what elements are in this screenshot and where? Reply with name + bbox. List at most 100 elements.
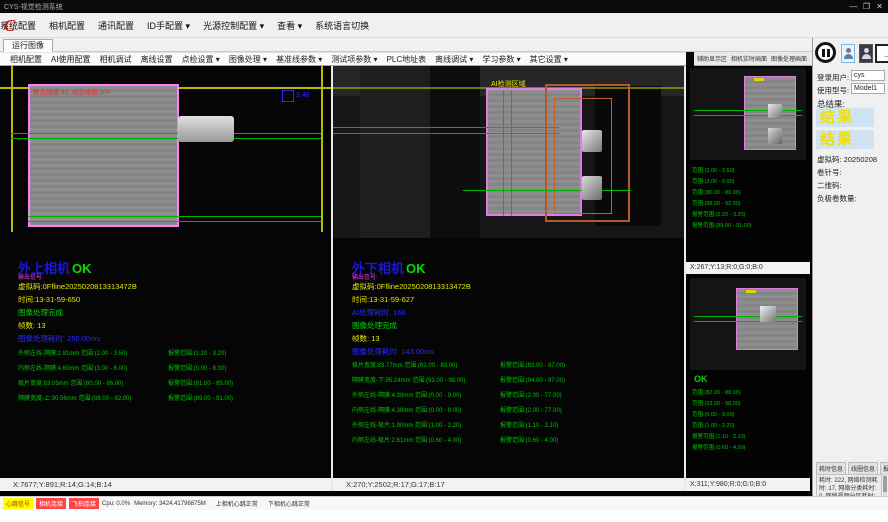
measurement-row: 外侧左线-隔膜:2.91mm 范围:(2.00 - 3.50)报警范围:(2.2… — [18, 348, 233, 363]
close-button[interactable]: ✕ — [873, 1, 886, 12]
minimize-button[interactable]: — — [847, 1, 860, 12]
left-roi-line-left — [11, 66, 13, 232]
bottom-margin — [0, 510, 888, 522]
tool-offline-setting[interactable]: 离线设置 — [141, 54, 173, 65]
menu-camera-config[interactable]: 相机配置 — [49, 19, 85, 32]
measurement-row: 隔膜宽度-下:95.24mm 范围:(93.00 - 98.00)报警范围:(9… — [352, 375, 565, 390]
thumb-bottom-coords: X:311;Y:980;R:0;G:0;B:0 — [686, 478, 810, 491]
thumb-tab-live[interactable]: 相机实时画面 — [731, 54, 767, 63]
statusbar: 心跳信号 相机连接 飞拍连接 Cpu: 0.0% Memory: 3424.41… — [0, 496, 888, 510]
tool-baseline-params[interactable]: 基准线参数 ▾ — [276, 54, 322, 65]
mid-slab-2 — [430, 66, 480, 238]
thumb-top-coords: X:267;Y:13;R:0;G:0;B:0 — [686, 262, 810, 274]
tool-image-process[interactable]: 图像处理 ▾ — [229, 54, 267, 65]
mid-slab-1 — [360, 66, 430, 238]
thumb-bottom-text: 范围:(93.00 - 98.00) — [692, 399, 741, 410]
left-blue-tag: 3.46 — [296, 92, 310, 99]
login-user-label: 登录用户: — [817, 72, 849, 83]
tool-plc-table[interactable]: PLC地址表 — [387, 54, 427, 65]
tool-other-setting[interactable]: 其它设置 ▾ — [530, 54, 568, 65]
memory-usage-text: Memory: 3424.41796875M — [134, 501, 206, 507]
pause-button[interactable] — [815, 42, 836, 63]
thumb-tab-processed[interactable]: 图像处理画面 — [771, 54, 807, 63]
left-camera-panel[interactable]: 静态阈值:93, 动态阈值:100 3.46 外上相机OK 输出信号: 虚拟码:… — [0, 66, 331, 478]
thumb-tabs: 辅助显示区 相机实时画面 图像处理画面 — [686, 52, 812, 66]
mid-camera-panel[interactable]: AI检测区域 外下相机OK 输出信号: 虚拟码:0Ffline202502081… — [333, 66, 684, 478]
menu-language[interactable]: 系统语言切换 — [315, 19, 369, 32]
mid-code-text: 虚拟码:0Ffline2025020813313472B — [352, 281, 471, 292]
thumb-tab-aux[interactable]: 辅助显示区 — [697, 54, 727, 63]
sidebar: → 登录用户: cys 使用型号: Model1 总结果: 结果 结果 虚拟码:… — [812, 38, 888, 496]
tool-camera-debug[interactable]: 相机调试 — [100, 54, 132, 65]
tool-test-params[interactable]: 测试项参数 ▾ — [331, 54, 377, 65]
login-user-field[interactable]: cys — [851, 70, 885, 81]
app-window: CYS-视觉检测系统 — ❐ ✕ C 系统配置 相机配置 通讯配置 ID手配置 … — [0, 0, 888, 522]
left-measure-line-2 — [11, 138, 321, 139]
logout-icon: → — [883, 51, 888, 60]
left-done-text: 图像处理完成 — [18, 307, 63, 318]
measure-value: 内侧左线-隔膜:4.38mm 范围:(0.00 - 9.00) — [352, 405, 500, 420]
upper-cam-heartbeat-text: 上相机心跳正常 — [216, 499, 258, 508]
thumb-top-yellow-mark — [754, 78, 764, 81]
tab-strip: 运行图像 — [0, 38, 812, 52]
left-roi-line-right — [321, 66, 323, 232]
log-scrollbar-thumb[interactable] — [883, 476, 887, 492]
thumb-top-line-1 — [694, 110, 802, 111]
measure-value: 极片宽度:83.77mm 范围:(82.00 - 88.00) — [352, 360, 500, 375]
anode-count-label: 负极卷数量: — [817, 193, 857, 204]
mid-elapsed-text: 图像处理耗时: 143.00ms — [352, 346, 434, 357]
tool-check-setting[interactable]: 点检设置 ▾ — [182, 54, 220, 65]
user-switch-button[interactable] — [859, 44, 873, 63]
tool-camera-config[interactable]: 相机配置 — [10, 54, 42, 65]
left-code-text: 虚拟码:0Ffline2025020813313472B — [18, 281, 137, 292]
window-title: CYS-视觉检测系统 — [4, 2, 63, 12]
user-icon-body — [844, 54, 853, 59]
tool-offline-debug[interactable]: 离线调试 ▾ — [435, 54, 473, 65]
logout-button[interactable]: → — [875, 44, 888, 63]
app-logo-icon: C — [4, 16, 15, 36]
menu-id-config[interactable]: ID手配置 ▾ — [147, 19, 190, 32]
thumb-top-text: 报警范围:(2.20 - 3.20) — [692, 210, 746, 221]
measurement-row: 隔膜宽度-上:90.56mm 范围:(88.00 - 92.00)报警范围:(8… — [18, 393, 233, 408]
tool-ai-config[interactable]: AI使用配置 — [51, 54, 91, 65]
thumb-bottom-text: 范围:(1.00 - 2.20) — [692, 421, 735, 432]
thumb-top-panel[interactable]: 范围:(2.00 - 3.50) 范围:(3.00 - 6.00) 范围:(80… — [686, 66, 810, 262]
mid-cam-status: OK — [406, 261, 426, 276]
user-icon — [846, 48, 851, 53]
mid-measure-line-v1 — [503, 90, 504, 216]
camera-connect-badge: 相机连接 — [36, 498, 66, 509]
tool-learn-params[interactable]: 学习参数 ▾ — [482, 54, 520, 65]
left-pixel-coords: X:7677;Y:891;R:14;G:14;B:14 — [0, 478, 331, 491]
thumb-bottom-panel[interactable]: OK 范围:(82.00 - 88.00) 范围:(93.00 - 98.00)… — [686, 274, 810, 478]
menu-view[interactable]: 查看 ▾ — [277, 19, 302, 32]
measurement-row: 内侧左线-极片:2.61mm 范围:(0.60 - 4.00)报警范围:(0.6… — [352, 435, 565, 450]
measure-value: 外侧左线-隔膜:4.38mm 范围:(0.00 - 9.00) — [352, 390, 500, 405]
menu-light-config[interactable]: 光源控制配置 ▾ — [203, 19, 264, 32]
mid-measurement-list: 极片宽度:83.77mm 范围:(82.00 - 88.00)报警范围:(83.… — [352, 360, 565, 450]
user-login-button[interactable] — [841, 44, 855, 63]
left-blue-marker — [282, 90, 294, 102]
mid-pixel-coords: X:270;Y:2502;R:17;G:17;B:17 — [333, 478, 684, 491]
left-measure-line-4 — [28, 221, 321, 222]
measurement-row: 内侧左线-隔膜:4.60mm 范围:(3.00 - 6.00)报警范围:(0.0… — [18, 363, 233, 378]
measurement-row: 极片宽度:83.05mm 范围:(80.00 - 86.00)报警范围:(81.… — [18, 378, 233, 393]
needle-label: 卷针号: — [817, 167, 842, 178]
user-dark-icon — [864, 48, 869, 53]
model-field[interactable]: Model1 — [851, 83, 885, 94]
lower-cam-heartbeat-text: 下相机心跳正常 — [268, 499, 310, 508]
measure-value: 隔膜宽度-下:95.24mm 范围:(93.00 - 98.00) — [352, 375, 500, 390]
thumb-bottom-text: 报警范围:(1.10 - 2.10) — [692, 432, 746, 443]
thumb-top-bright-1 — [768, 104, 782, 118]
measurement-row: 外侧左线-隔膜:4.38mm 范围:(0.00 - 9.00)报警范围:(2.0… — [352, 390, 565, 405]
alarm-range: 报警范围:(89.00 - 91.00) — [168, 393, 233, 408]
tab-run-image[interactable]: 运行图像 — [3, 39, 53, 52]
measure-value: 隔膜宽度-上:90.56mm 范围:(88.00 - 92.00) — [18, 393, 168, 408]
left-threshold-text: 静态阈值:93, 动态阈值:100 — [33, 86, 110, 96]
maximize-button[interactable]: ❐ — [860, 1, 873, 12]
menu-comm-config[interactable]: 通讯配置 — [98, 19, 134, 32]
toolbar: 相机配置 AI使用配置 相机调试 离线设置 点检设置 ▾ 图像处理 ▾ 基准线参… — [0, 52, 686, 66]
cpu-usage-text: Cpu: 0.0% — [102, 501, 130, 507]
thumb-bottom-text: 报警范围:(0.60 - 4.00) — [692, 443, 746, 454]
flycapture-badge: 飞拍连接 — [69, 498, 99, 509]
alarm-range: 报警范围:(1.10 - 2.10) — [500, 420, 558, 435]
